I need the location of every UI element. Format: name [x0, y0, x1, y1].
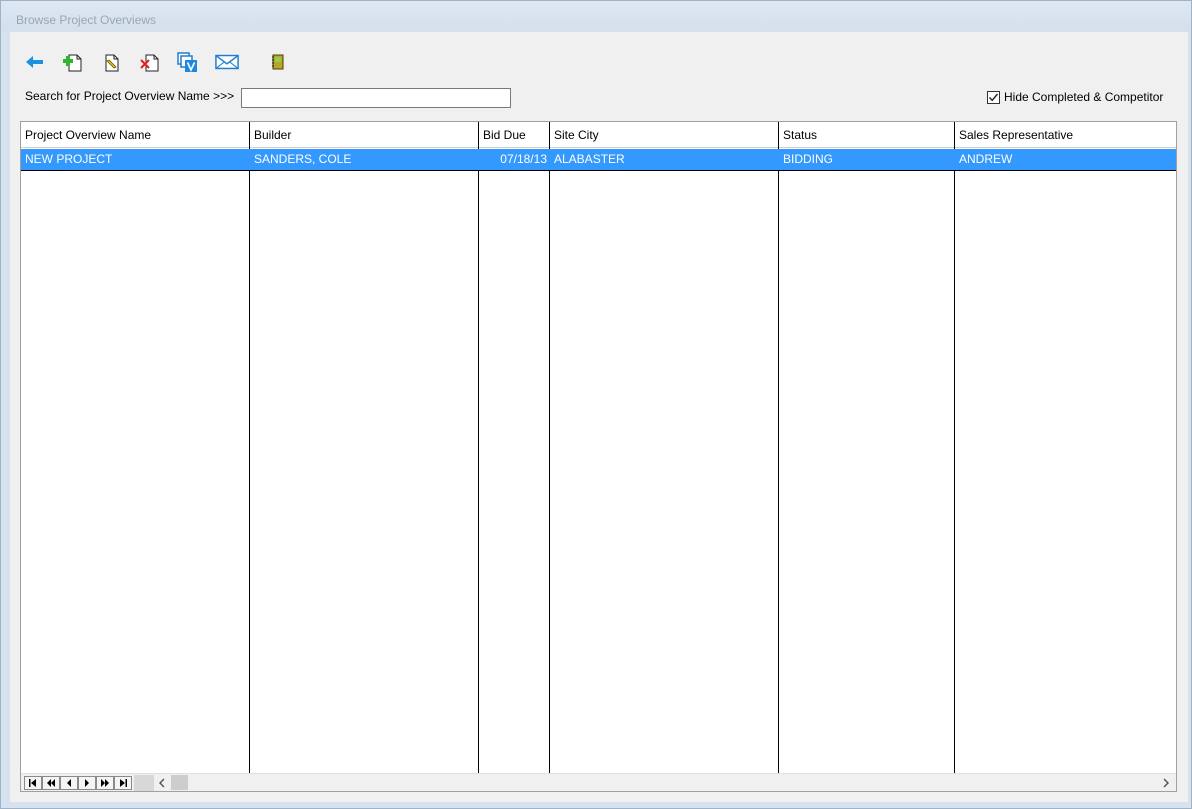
search-input[interactable] [241, 88, 511, 108]
fast-forward-icon [101, 779, 109, 787]
column-divider [778, 122, 779, 774]
navigator-divider [134, 775, 154, 791]
column-divider [549, 122, 550, 774]
hide-completed-label: Hide Completed & Competitor [1004, 90, 1164, 104]
cell-site-city: ALABASTER [554, 152, 625, 166]
column-header-builder[interactable]: Builder [250, 122, 478, 148]
last-record-button[interactable] [114, 776, 132, 790]
previous-page-button[interactable] [42, 776, 60, 790]
delete-document-icon [140, 54, 159, 72]
column-divider [478, 122, 479, 774]
chevron-right-icon [1163, 778, 1169, 788]
client-area: Search for Project Overview Name >>> Hid… [10, 32, 1188, 802]
cell-builder: SANDERS, COLE [254, 152, 352, 166]
window-title: Browse Project Overviews [16, 13, 157, 27]
chevron-left-icon [159, 778, 165, 788]
project-grid[interactable]: Project Overview Name Builder Bid Due Si… [20, 121, 1177, 792]
search-label: Search for Project Overview Name >>> [25, 89, 235, 103]
first-record-icon [29, 779, 36, 787]
edit-button[interactable] [100, 50, 124, 74]
checkbox-box[interactable] [987, 90, 1000, 104]
scroll-thumb[interactable] [171, 775, 188, 790]
last-record-icon [120, 779, 127, 787]
previous-icon [67, 779, 71, 787]
view-copies-icon [177, 52, 197, 72]
column-header-status[interactable]: Status [779, 122, 954, 148]
column-divider [954, 122, 955, 774]
cell-project-name: NEW PROJECT [25, 152, 113, 166]
scroll-right-arrow[interactable] [1158, 775, 1174, 791]
first-record-button[interactable] [24, 776, 42, 790]
table-row[interactable]: NEW PROJECT SANDERS, COLE 07/18/13 ALABA… [21, 149, 1176, 171]
edit-document-icon [105, 54, 119, 72]
column-header-sales-rep[interactable]: Sales Representative [955, 122, 1176, 148]
next-page-button[interactable] [96, 776, 114, 790]
hide-completed-checkbox[interactable]: Hide Completed & Competitor [987, 90, 1163, 104]
notebook-button[interactable] [266, 50, 290, 74]
back-button[interactable] [23, 50, 47, 74]
email-icon [215, 54, 239, 70]
checkmark-icon [988, 93, 999, 101]
view-button[interactable] [176, 50, 200, 74]
cell-status: BIDDING [783, 152, 834, 166]
cell-bid-due: 07/18/13 [500, 152, 547, 166]
browse-window: Browse Project Overviews Search for Proj… [0, 0, 1192, 809]
next-record-button[interactable] [78, 776, 96, 790]
add-button[interactable] [61, 50, 85, 74]
title-bar[interactable]: Browse Project Overviews [1, 1, 1191, 31]
next-icon [85, 779, 89, 787]
add-document-icon [63, 54, 82, 72]
delete-button[interactable] [138, 50, 162, 74]
back-arrow-icon [26, 56, 43, 68]
column-header-project-name[interactable]: Project Overview Name [21, 122, 249, 148]
previous-record-button[interactable] [60, 776, 78, 790]
column-divider [249, 122, 250, 774]
scroll-left-arrow[interactable] [154, 775, 170, 791]
rewind-icon [47, 779, 55, 787]
email-button[interactable] [215, 50, 239, 74]
notebook-icon [272, 54, 284, 70]
grid-header: Project Overview Name Builder Bid Due Si… [21, 122, 1176, 148]
cell-sales-rep: ANDREW [959, 152, 1013, 166]
column-header-site-city[interactable]: Site City [550, 122, 778, 148]
column-header-bid-due[interactable]: Bid Due [479, 122, 549, 148]
horizontal-scrollbar[interactable] [21, 773, 1176, 791]
